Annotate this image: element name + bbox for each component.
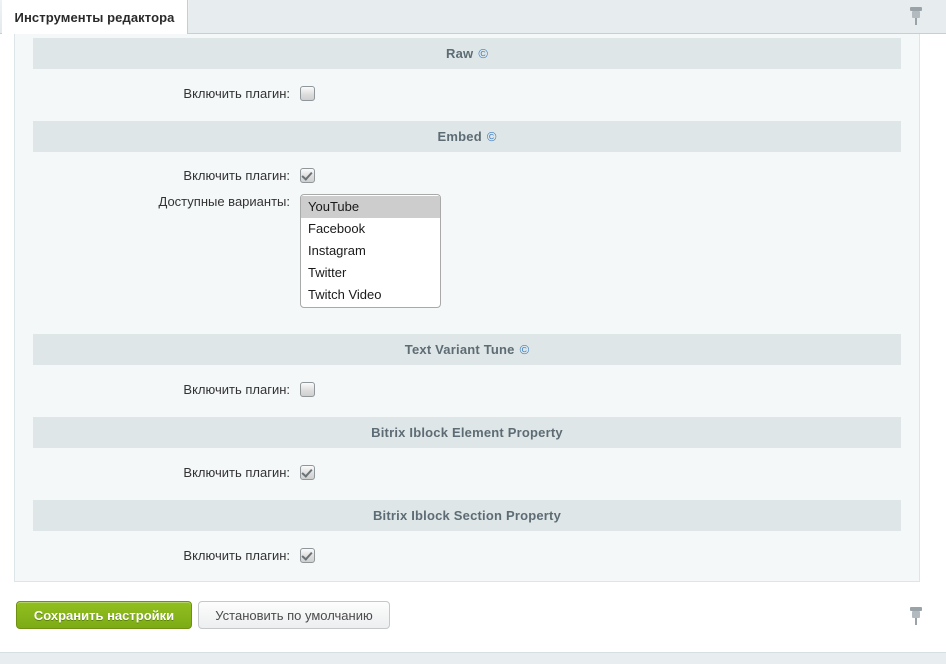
tab-editor-tools-label: Инструменты редактора	[15, 10, 175, 25]
section-header-iblock-element-property: Bitrix Iblock Element Property	[33, 417, 901, 448]
label-enable-plugin-iblock-element-property: Включить плагин:	[15, 465, 300, 481]
section-header-iblock-section-property: Bitrix Iblock Section Property	[33, 500, 901, 531]
field-row-raw-enable: Включить плагин:	[15, 86, 919, 102]
listbox-option-twitch-video[interactable]: Twitch Video	[301, 284, 440, 306]
checkbox-enable-plugin-raw[interactable]	[300, 86, 315, 101]
field-row-embed-variants: Доступные варианты: YouTube Facebook Ins…	[15, 194, 919, 308]
field-row-iblock-element-property-enable: Включить плагин:	[15, 465, 919, 481]
set-defaults-button[interactable]: Установить по умолчанию	[198, 601, 390, 629]
copyright-link-raw[interactable]: ©	[478, 46, 488, 61]
copyright-link-text-variant-tune[interactable]: ©	[520, 342, 530, 357]
tab-strip-empty-area	[189, 0, 946, 33]
pushpin-icon	[908, 606, 924, 626]
section-title-iblock-section-property: Bitrix Iblock Section Property	[373, 508, 561, 523]
label-enable-plugin-raw: Включить плагин:	[15, 86, 300, 102]
copyright-link-embed[interactable]: ©	[487, 129, 497, 144]
pushpin-icon	[908, 6, 924, 26]
label-available-variants: Доступные варианты:	[15, 194, 300, 210]
checkbox-enable-plugin-iblock-section-property[interactable]	[300, 548, 315, 563]
section-header-raw: Raw ©	[33, 38, 901, 69]
tab-strip: Инструменты редактора	[0, 0, 946, 34]
pin-bottom-button[interactable]	[908, 606, 924, 626]
panel-right-edge	[920, 34, 946, 582]
checkbox-enable-plugin-iblock-element-property[interactable]	[300, 465, 315, 480]
listbox-option-facebook[interactable]: Facebook	[301, 218, 440, 240]
footer-strip	[0, 652, 946, 664]
tab-editor-tools[interactable]: Инструменты редактора	[2, 0, 188, 34]
button-bar: Сохранить настройки Установить по умолча…	[0, 583, 946, 652]
pin-top-button[interactable]	[908, 6, 928, 28]
listbox-option-youtube[interactable]: YouTube	[301, 196, 440, 218]
section-header-embed: Embed ©	[33, 121, 901, 152]
checkbox-enable-plugin-embed[interactable]	[300, 168, 315, 183]
label-enable-plugin-embed: Включить плагин:	[15, 168, 300, 184]
section-title-iblock-element-property: Bitrix Iblock Element Property	[371, 425, 563, 440]
settings-panel: Raw © Включить плагин: Embed © Включить …	[14, 34, 920, 582]
label-enable-plugin-text-variant-tune: Включить плагин:	[15, 382, 300, 398]
listbox-available-variants[interactable]: YouTube Facebook Instagram Twitter Twitc…	[300, 194, 441, 308]
field-row-iblock-section-property-enable: Включить плагин:	[15, 548, 919, 564]
checkbox-enable-plugin-text-variant-tune[interactable]	[300, 382, 315, 397]
listbox-option-instagram[interactable]: Instagram	[301, 240, 440, 262]
listbox-option-twitter[interactable]: Twitter	[301, 262, 440, 284]
section-title-raw: Raw	[446, 46, 473, 61]
section-title-embed: Embed	[438, 129, 482, 144]
section-header-text-variant-tune: Text Variant Tune ©	[33, 334, 901, 365]
field-row-text-variant-tune-enable: Включить плагин:	[15, 382, 919, 398]
save-settings-button[interactable]: Сохранить настройки	[16, 601, 192, 629]
label-enable-plugin-iblock-section-property: Включить плагин:	[15, 548, 300, 564]
field-row-embed-enable: Включить плагин:	[15, 168, 919, 184]
section-title-text-variant-tune: Text Variant Tune	[405, 342, 515, 357]
